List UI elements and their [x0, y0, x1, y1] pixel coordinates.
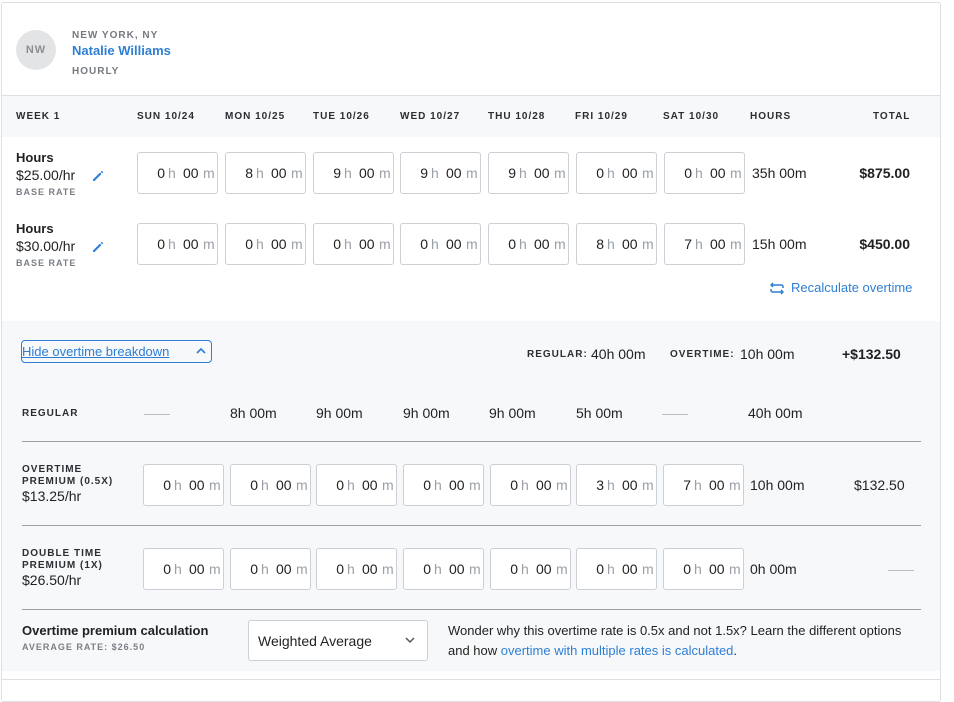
divider	[22, 441, 921, 442]
double-time-rate: $26.50/hr	[22, 572, 82, 588]
time-input[interactable]: 0 h 00 m	[225, 223, 306, 265]
row-hours: 15h 00m	[752, 236, 807, 252]
regular-cell: 5h 00m	[576, 405, 623, 421]
double-time-hours: 0h 00m	[750, 561, 797, 577]
total-header: TOTAL	[873, 111, 911, 122]
pay-type: HOURLY	[72, 66, 120, 77]
row-total: $450.00	[859, 236, 910, 252]
time-input[interactable]: 0 h 00 m	[488, 223, 569, 265]
regular-hours: 40h 00m	[748, 405, 803, 421]
time-input[interactable]: 8 h 00 m	[225, 152, 306, 194]
regular-cell: 9h 00m	[403, 405, 450, 421]
chevron-down-icon	[405, 637, 415, 644]
double-time-total: ——	[888, 561, 914, 577]
employee-header: NW NEW YORK, NY Natalie Williams HOURLY	[16, 18, 316, 80]
time-input[interactable]: 0 h 00 m	[137, 152, 218, 194]
regular-cell: 9h 00m	[316, 405, 363, 421]
time-input[interactable]: 8 h 00 m	[576, 223, 657, 265]
overtime-breakdown-panel: Hide overtime breakdown REGULAR: 40h 00m…	[2, 321, 940, 671]
column-header-row: WEEK 1 SUN 10/24 MON 10/25 TUE 10/26 WED…	[2, 95, 940, 137]
row-rate: $30.00/hr	[16, 238, 76, 254]
pencil-icon[interactable]	[91, 169, 105, 183]
employee-location: NEW YORK, NY	[72, 30, 159, 41]
avatar: NW	[16, 30, 56, 70]
time-input[interactable]: 0 h 00 m	[490, 464, 571, 506]
row-total: $875.00	[859, 165, 910, 181]
overtime-multiple-rates-link[interactable]: overtime with multiple rates is calculat…	[501, 643, 734, 658]
overtime-summary-total: +$132.50	[842, 346, 901, 362]
overtime-premium-total: $132.50	[854, 477, 905, 493]
day-header: WED 10/27	[400, 111, 461, 122]
regular-label: REGULAR	[22, 408, 79, 419]
hours-header: HOURS	[750, 111, 792, 122]
row-hours: 35h 00m	[752, 165, 807, 181]
overtime-premium-rate: $13.25/hr	[22, 488, 82, 504]
divider	[22, 525, 921, 526]
time-input[interactable]: 0 h 00 m	[230, 548, 311, 590]
divider	[22, 609, 921, 610]
day-header: MON 10/25	[225, 111, 286, 122]
time-input[interactable]: 9 h 00 m	[488, 152, 569, 194]
time-input[interactable]: 0 h 00 m	[403, 464, 484, 506]
time-input[interactable]: 0 h 00 m	[400, 223, 481, 265]
row-rate: $25.00/hr	[16, 167, 76, 183]
regular-summary-label: REGULAR:	[527, 349, 588, 360]
time-input[interactable]: 3 h 00 m	[576, 464, 657, 506]
time-input[interactable]: 0 h 00 m	[137, 223, 218, 265]
row-title: Hours	[16, 221, 54, 236]
overtime-explanation: Wonder why this overtime rate is 0.5x an…	[448, 623, 902, 658]
time-input[interactable]: 0 h 00 m	[316, 548, 397, 590]
regular-cell: 8h 00m	[230, 405, 277, 421]
time-input[interactable]: 9 h 00 m	[313, 152, 394, 194]
row-subtitle: BASE RATE	[16, 187, 77, 197]
overtime-summary-label: OVERTIME:	[670, 349, 735, 360]
day-header: THU 10/28	[488, 111, 546, 122]
overtime-premium-hours: 10h 00m	[750, 477, 805, 493]
timesheet-card: NW NEW YORK, NY Natalie Williams HOURLY …	[1, 2, 941, 702]
day-header: SAT 10/30	[663, 111, 720, 122]
time-input[interactable]: 0 h 00 m	[230, 464, 311, 506]
week-label: WEEK 1	[16, 111, 61, 122]
time-input[interactable]: 0 h 00 m	[313, 223, 394, 265]
time-input[interactable]: 0 h 00 m	[576, 548, 657, 590]
regular-cell: 9h 00m	[489, 405, 536, 421]
time-input[interactable]: 0 h 00 m	[490, 548, 571, 590]
row-subtitle: BASE RATE	[16, 258, 77, 268]
overtime-premium-label: OVERTIME PREMIUM (0.5X)	[22, 464, 114, 487]
swap-icon	[770, 282, 784, 295]
hide-overtime-breakdown-button[interactable]: Hide overtime breakdown	[21, 340, 212, 363]
regular-cell: ——	[144, 405, 170, 421]
chevron-up-icon	[196, 347, 206, 354]
time-input[interactable]: 0 h 00 m	[403, 548, 484, 590]
time-input[interactable]: 7 h 00 m	[663, 464, 744, 506]
day-header: SUN 10/24	[137, 111, 195, 122]
time-input[interactable]: 0 h 00 m	[663, 548, 744, 590]
average-rate-label: AVERAGE RATE: $26.50	[22, 642, 146, 652]
day-header: FRI 10/29	[575, 111, 628, 122]
overtime-calculation-title: Overtime premium calculation	[22, 623, 209, 638]
regular-cell: ——	[662, 405, 688, 421]
double-time-label: DOUBLE TIME PREMIUM (1X)	[22, 548, 103, 571]
time-input[interactable]: 9 h 00 m	[400, 152, 481, 194]
time-input[interactable]: 0 h 00 m	[143, 548, 224, 590]
time-input[interactable]: 0 h 00 m	[143, 464, 224, 506]
calculation-method-select[interactable]: Weighted Average	[248, 620, 428, 661]
time-input[interactable]: 0 h 00 m	[664, 152, 745, 194]
day-header: TUE 10/26	[313, 111, 370, 122]
row-title: Hours	[16, 150, 54, 165]
divider	[2, 679, 940, 680]
time-input[interactable]: 0 h 00 m	[316, 464, 397, 506]
time-input[interactable]: 7 h 00 m	[664, 223, 745, 265]
time-input[interactable]: 0 h 00 m	[576, 152, 657, 194]
regular-summary-value: 40h 00m	[591, 346, 646, 362]
overtime-summary-value: 10h 00m	[740, 346, 795, 362]
pencil-icon[interactable]	[91, 240, 105, 254]
employee-name[interactable]: Natalie Williams	[72, 43, 171, 58]
